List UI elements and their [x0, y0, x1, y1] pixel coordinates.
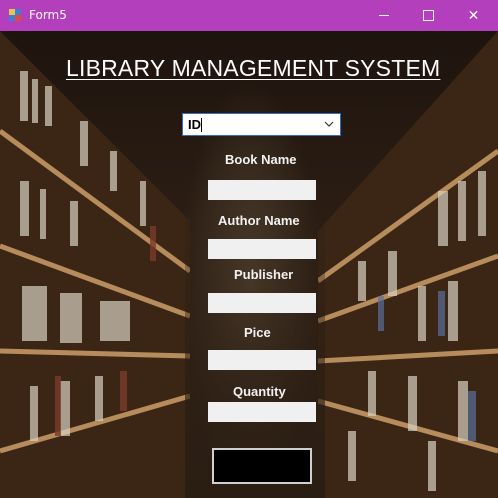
book-name-label: Book Name	[225, 152, 297, 167]
window-title: Form5	[29, 8, 67, 22]
chevron-down-icon[interactable]	[321, 116, 337, 133]
author-name-input[interactable]	[208, 239, 316, 259]
price-input[interactable]	[208, 350, 316, 370]
search-field-combobox[interactable]: ID	[182, 113, 341, 136]
minimize-icon	[378, 15, 389, 16]
title-bar[interactable]: Form5 ✕	[0, 0, 498, 31]
minimize-button[interactable]	[361, 0, 406, 31]
close-icon: ✕	[467, 7, 480, 23]
close-button[interactable]: ✕	[451, 0, 496, 31]
form-app-icon	[9, 9, 21, 21]
text-caret	[201, 118, 202, 132]
price-label: Pice	[244, 325, 271, 340]
author-name-label: Author Name	[218, 213, 300, 228]
quantity-label: Quantity	[233, 384, 286, 399]
background-bookshelf-left	[0, 31, 190, 498]
page-title: LIBRARY MANAGEMENT SYSTEM	[66, 55, 441, 81]
form-client-area: LIBRARY MANAGEMENT SYSTEM ID Book Name A…	[0, 31, 498, 498]
publisher-label: Publisher	[234, 267, 294, 282]
submit-button[interactable]	[212, 448, 312, 484]
maximize-icon	[423, 10, 434, 21]
maximize-button[interactable]	[406, 0, 451, 31]
quantity-input[interactable]	[208, 402, 316, 422]
background-bookshelf-right	[318, 31, 498, 498]
publisher-input[interactable]	[208, 293, 316, 313]
book-name-input[interactable]	[208, 180, 316, 200]
combobox-selected-value: ID	[188, 117, 201, 132]
